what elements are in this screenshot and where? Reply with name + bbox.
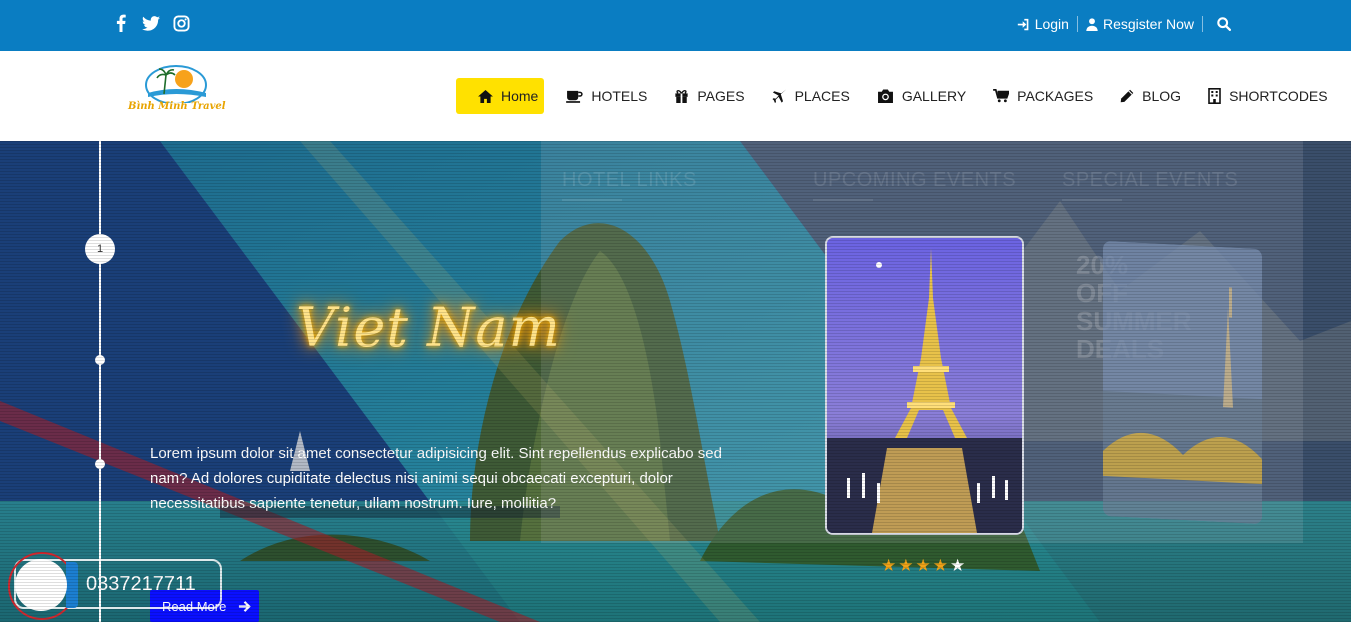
menu-item-pages[interactable]: PAGES	[674, 78, 745, 114]
star-icon: ★	[915, 556, 931, 575]
plane-icon	[772, 89, 786, 103]
menu-label: SHORTCODES	[1229, 88, 1328, 104]
slide-step-indicator[interactable]: 1	[85, 234, 115, 264]
menu-label: PACKAGES	[1017, 88, 1094, 104]
user-icon	[1086, 17, 1098, 31]
overlay-heading: SPECIAL EVENTS	[1062, 169, 1239, 201]
social-links	[112, 13, 190, 33]
slide-dot[interactable]	[95, 355, 105, 365]
menu-label: BLOG	[1142, 88, 1182, 104]
secondary-slide-image[interactable]	[1103, 240, 1262, 525]
top-bar: Login Resgister Now	[0, 0, 1351, 51]
call-button[interactable]	[15, 559, 67, 611]
coffee-icon	[566, 90, 584, 103]
sign-in-icon	[1017, 18, 1029, 30]
instagram-icon[interactable]	[172, 13, 190, 33]
overlay-heading: HOTEL LINKS	[562, 169, 697, 201]
arrow-right-icon	[239, 600, 252, 612]
menu-label: PLACES	[794, 88, 850, 104]
logo-graphic	[145, 65, 207, 105]
hero-description: Lorem ipsum dolor sit amet consectetur a…	[150, 445, 722, 512]
account-links: Login Resgister Now	[1017, 16, 1231, 32]
facebook-icon[interactable]	[112, 13, 130, 33]
divider	[1202, 16, 1203, 32]
menu-item-shortcodes[interactable]: SHORTCODES	[1208, 78, 1328, 114]
cart-icon	[993, 89, 1010, 103]
search-button[interactable]	[1217, 17, 1231, 31]
pencil-icon	[1120, 89, 1134, 103]
menu-item-hotels[interactable]: HOTELS	[566, 78, 647, 114]
logo-text: Bình Minh Travel	[128, 101, 226, 112]
register-label: Resgister Now	[1102, 16, 1194, 32]
home-icon	[478, 89, 493, 103]
menu-item-packages[interactable]: PACKAGES	[993, 78, 1093, 114]
main-menu: Home HOTELS PAGES PLACES GALLERY PACKAGE…	[456, 78, 1328, 114]
main-navbar: Bình Minh Travel Home HOTELS PAGES PLACE…	[0, 51, 1351, 141]
star-icon: ★	[881, 556, 897, 575]
menu-item-places[interactable]: PLACES	[772, 78, 850, 114]
site-logo[interactable]: Bình Minh Travel	[128, 63, 226, 117]
divider	[1076, 16, 1078, 32]
menu-item-gallery[interactable]: GALLERY	[877, 78, 966, 114]
login-link[interactable]: Login	[1017, 16, 1069, 32]
gift-icon	[675, 90, 688, 103]
hero-title: Viet Nam	[296, 296, 561, 359]
featured-slide-image[interactable]	[825, 236, 1024, 535]
menu-item-blog[interactable]: BLOG	[1120, 78, 1181, 114]
hero-slider: HOTEL LINKS UPCOMING EVENTS SPECIAL EVEN…	[0, 141, 1351, 622]
call-accent	[66, 562, 78, 608]
camera-icon	[877, 89, 893, 103]
twitter-icon[interactable]	[142, 13, 160, 33]
menu-label: PAGES	[697, 88, 745, 104]
slider-timeline	[99, 141, 101, 622]
building-icon	[1208, 88, 1221, 104]
star-icon: ★	[932, 556, 948, 575]
phone-number[interactable]: 0337217711	[86, 573, 196, 596]
overlay-heading: UPCOMING EVENTS	[813, 169, 1017, 201]
menu-label: HOTELS	[591, 88, 648, 104]
search-icon	[1217, 17, 1231, 31]
menu-label: GALLERY	[901, 88, 967, 104]
menu-item-home[interactable]: Home	[456, 78, 545, 114]
slide-dot[interactable]	[95, 459, 105, 469]
login-label: Login	[1034, 16, 1069, 32]
star-icon: ★	[898, 556, 914, 575]
menu-label: Home	[501, 88, 539, 104]
rating-stars: ★ ★ ★ ★ ★	[881, 556, 965, 576]
star-icon: ★	[950, 556, 966, 575]
register-link[interactable]: Resgister Now	[1086, 16, 1194, 32]
